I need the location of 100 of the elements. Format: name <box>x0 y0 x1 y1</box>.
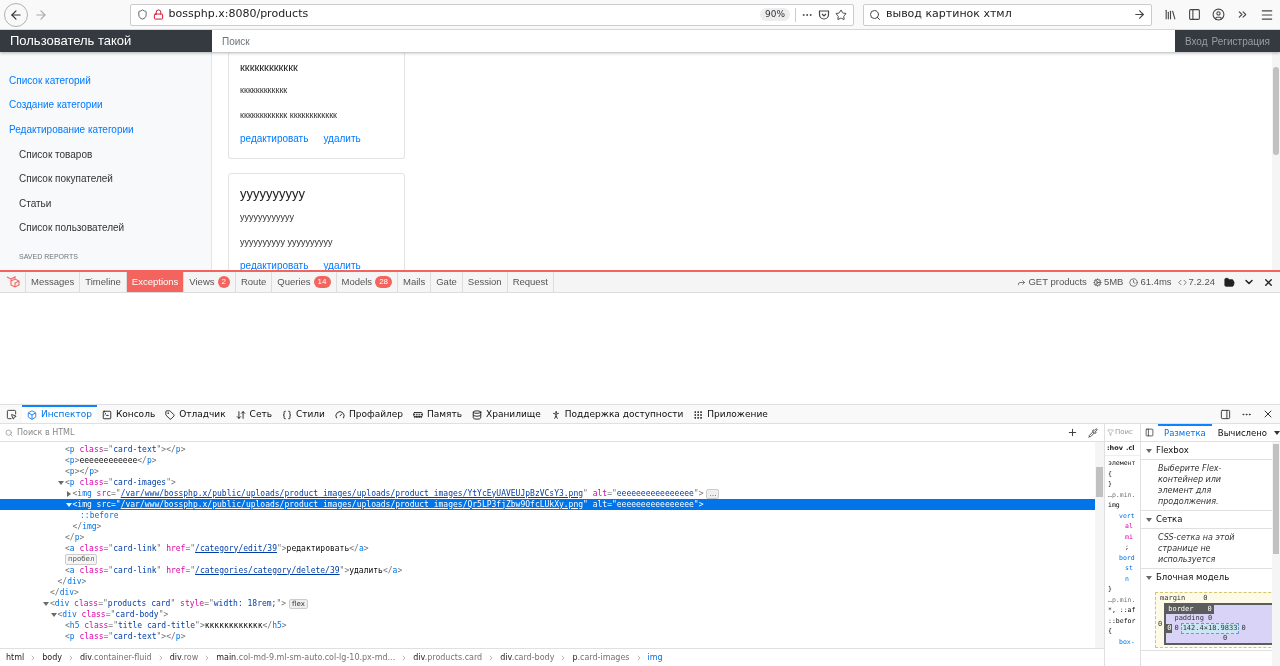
breadcrumb[interactable]: body <box>40 651 65 664</box>
triangle-down-icon[interactable] <box>1146 516 1152 523</box>
close-icon[interactable] <box>1263 276 1274 288</box>
panel-toggle-icon[interactable] <box>1145 428 1154 437</box>
sidebar-link[interactable]: Список категорий <box>0 68 211 93</box>
html-tag-line[interactable]: <div class="products card" style="width: 18rem;"> <box>50 597 287 610</box>
account-icon[interactable] <box>1212 8 1225 21</box>
library-icon[interactable] <box>1164 8 1177 21</box>
html-tag-line[interactable]: <p class="card-images"> <box>65 476 176 489</box>
pocket-icon[interactable] <box>817 8 830 21</box>
sidebar-link[interactable]: Список покупателей <box>0 166 211 191</box>
breadcrumb[interactable]: main.col-md-9.ml-sm-auto.col-lg-10.px-md... <box>214 651 398 664</box>
nav-link[interactable]: Регистрация <box>1211 33 1270 49</box>
element-picker-icon[interactable] <box>5 408 17 420</box>
lock-icon[interactable] <box>152 9 164 20</box>
brand-text[interactable]: Пользователь такой <box>0 30 212 52</box>
debug-tab[interactable]: Route <box>235 272 273 292</box>
eyedropper-icon[interactable] <box>1088 427 1098 438</box>
html-tag-line[interactable]: <p class="card-text"></p> <box>65 630 186 643</box>
html-tag-line[interactable]: <p>eeeeeeeeeeee</p> <box>65 454 157 467</box>
triangle-down-icon[interactable] <box>43 600 49 607</box>
triangle-down-icon[interactable] <box>50 611 57 618</box>
sidebar-link[interactable]: Список товаров <box>0 141 211 167</box>
html-tag-line[interactable]: <img src="/var/www/bossphp.x/public/uploads/product_images/uploads/product_images/YtYcEyUAVEUJpBzVCsY3.png" alt="eeeeeeeeeeeeeeee"> <box>72 487 704 500</box>
devtools-tab[interactable]: Хранилище <box>467 405 546 423</box>
menu-icon[interactable] <box>1260 7 1274 22</box>
nav-link[interactable]: Вход <box>1184 33 1208 49</box>
dock-icon[interactable] <box>1220 408 1231 420</box>
sidebar-link[interactable]: Редактирование категории <box>0 117 211 142</box>
breadcrumb[interactable]: p.card-images <box>570 651 632 664</box>
devtools-tab[interactable]: Инспектор <box>22 405 97 423</box>
breadcrumb[interactable]: img <box>645 651 665 664</box>
section-title[interactable]: Блочная модель <box>1156 571 1230 584</box>
debug-tab[interactable]: Session <box>462 272 508 292</box>
html-tag-line[interactable]: <a class="card-link" href="/categories/category/delete/39">удалить</a> <box>65 564 403 577</box>
html-tag-line[interactable]: <div class="card-body"> <box>57 608 169 621</box>
search-input[interactable]: Поиск <box>212 30 1175 52</box>
triangle-down-icon[interactable] <box>65 501 72 508</box>
html-tag-line[interactable]: <p class="card-text"></p> <box>65 443 186 456</box>
card-link[interactable]: удалить <box>323 132 361 146</box>
url-text[interactable]: bossphp.x:8080/products <box>168 6 755 23</box>
devtools-tab[interactable]: Поддержка доступности <box>545 405 689 423</box>
debug-tab[interactable]: Models 28 <box>336 272 399 292</box>
devtools-tab[interactable]: Профайлер <box>329 405 409 423</box>
breadcrumb[interactable]: div.row <box>167 651 201 664</box>
scrollbar[interactable] <box>1095 442 1104 648</box>
devtools-tab[interactable]: Консоль <box>96 405 161 423</box>
devtools-tab[interactable]: Сеть <box>230 405 277 423</box>
devtools-tab[interactable]: Стили <box>277 405 330 423</box>
triangle-down-icon[interactable] <box>1146 447 1152 454</box>
zoom-badge[interactable]: 90% <box>759 7 790 22</box>
triangle-down-icon[interactable] <box>58 479 64 486</box>
html-tag-line[interactable]: <img src="/var/www/bossphp.x/public/uploads/product_images/uploads/product_images/Qr5LP3fjZbw9OfcLUkXy.png" alt="eeeeeeeeeeeeeeee"> <box>72 498 704 511</box>
devtools-tab[interactable]: Приложение <box>688 405 773 423</box>
breadcrumb[interactable]: div.card-body <box>498 651 557 664</box>
debug-tab[interactable]: Mails <box>398 272 432 292</box>
triangle-right-icon[interactable] <box>65 490 72 497</box>
breadcrumb[interactable]: div.products.card <box>411 651 485 664</box>
selection-highlight[interactable]: <img src="/var/www/bossphp.x/public/uploads/product_images/uploads/product_images/Qr5LP3fjZbw9OfcLUkXy.png" alt="eeeeeeeeeeeeeeee"> <box>0 499 1095 510</box>
sidebar-link[interactable]: Список пользователей <box>0 215 211 241</box>
close-icon[interactable] <box>1262 408 1274 420</box>
debug-tab[interactable]: Messages <box>26 272 81 292</box>
pseudo-element[interactable]: ::before <box>80 509 119 522</box>
breadcrumb[interactable]: div.container-fluid <box>78 651 154 664</box>
logo-icon[interactable] <box>5 275 20 289</box>
sidebar-icon[interactable] <box>1188 8 1201 21</box>
card-link[interactable]: редактировать <box>240 132 309 146</box>
triangle-down-icon[interactable] <box>1146 574 1152 581</box>
tag-icon <box>165 410 176 420</box>
html-tag-line[interactable]: <a class="card-link" href="/category/edit/39">редактировать</a> <box>65 542 369 555</box>
shield-icon[interactable] <box>136 9 148 20</box>
debug-tab[interactable]: Timeline <box>80 272 127 292</box>
section-title[interactable]: Сетка <box>1156 513 1183 526</box>
html-tag-line[interactable]: <p></p> <box>65 465 99 478</box>
dropdown-caret-icon[interactable] <box>1274 430 1280 435</box>
folder-icon[interactable] <box>1224 276 1235 288</box>
section-title[interactable]: Flexbox <box>1156 444 1189 457</box>
devtools-tab[interactable]: Память <box>408 405 468 423</box>
search-input[interactable]: вывод картинок хтмл <box>885 6 1128 23</box>
star-icon[interactable] <box>834 8 847 21</box>
sidebar-link[interactable]: Создание категории <box>0 92 211 118</box>
devtools-tab[interactable]: Отладчик <box>160 405 231 423</box>
debug-tab[interactable]: Gate <box>431 272 463 292</box>
add-node-icon[interactable] <box>1067 427 1078 438</box>
scrollbar[interactable] <box>1272 52 1280 270</box>
address-bar[interactable]: bossphp.x:8080/products 90% <box>129 3 854 26</box>
sidebar-link[interactable]: Статьи <box>0 190 211 216</box>
breadcrumb[interactable]: html <box>4 651 27 664</box>
panel-tab[interactable]: Вычислено <box>1211 424 1273 441</box>
scrollbar[interactable] <box>1272 442 1280 666</box>
debug-tab[interactable]: Request <box>507 272 554 292</box>
panel-tab[interactable]: Разметка <box>1158 424 1212 441</box>
html-search-input[interactable]: Поиск в HTML <box>17 426 1063 439</box>
html-tag-line[interactable]: <h5 class="title card-title">кккккккккккк</h5> <box>65 619 287 632</box>
debug-tab[interactable]: Queries 14 <box>272 272 337 292</box>
search-field[interactable]: вывод картинок хтмл <box>862 3 1152 26</box>
card-text: кккккккккккк <box>240 84 289 97</box>
arrow-right-icon[interactable] <box>1133 8 1146 21</box>
debug-tab[interactable]: Views 2 <box>184 272 236 292</box>
overflow-icon[interactable] <box>1236 8 1249 21</box>
